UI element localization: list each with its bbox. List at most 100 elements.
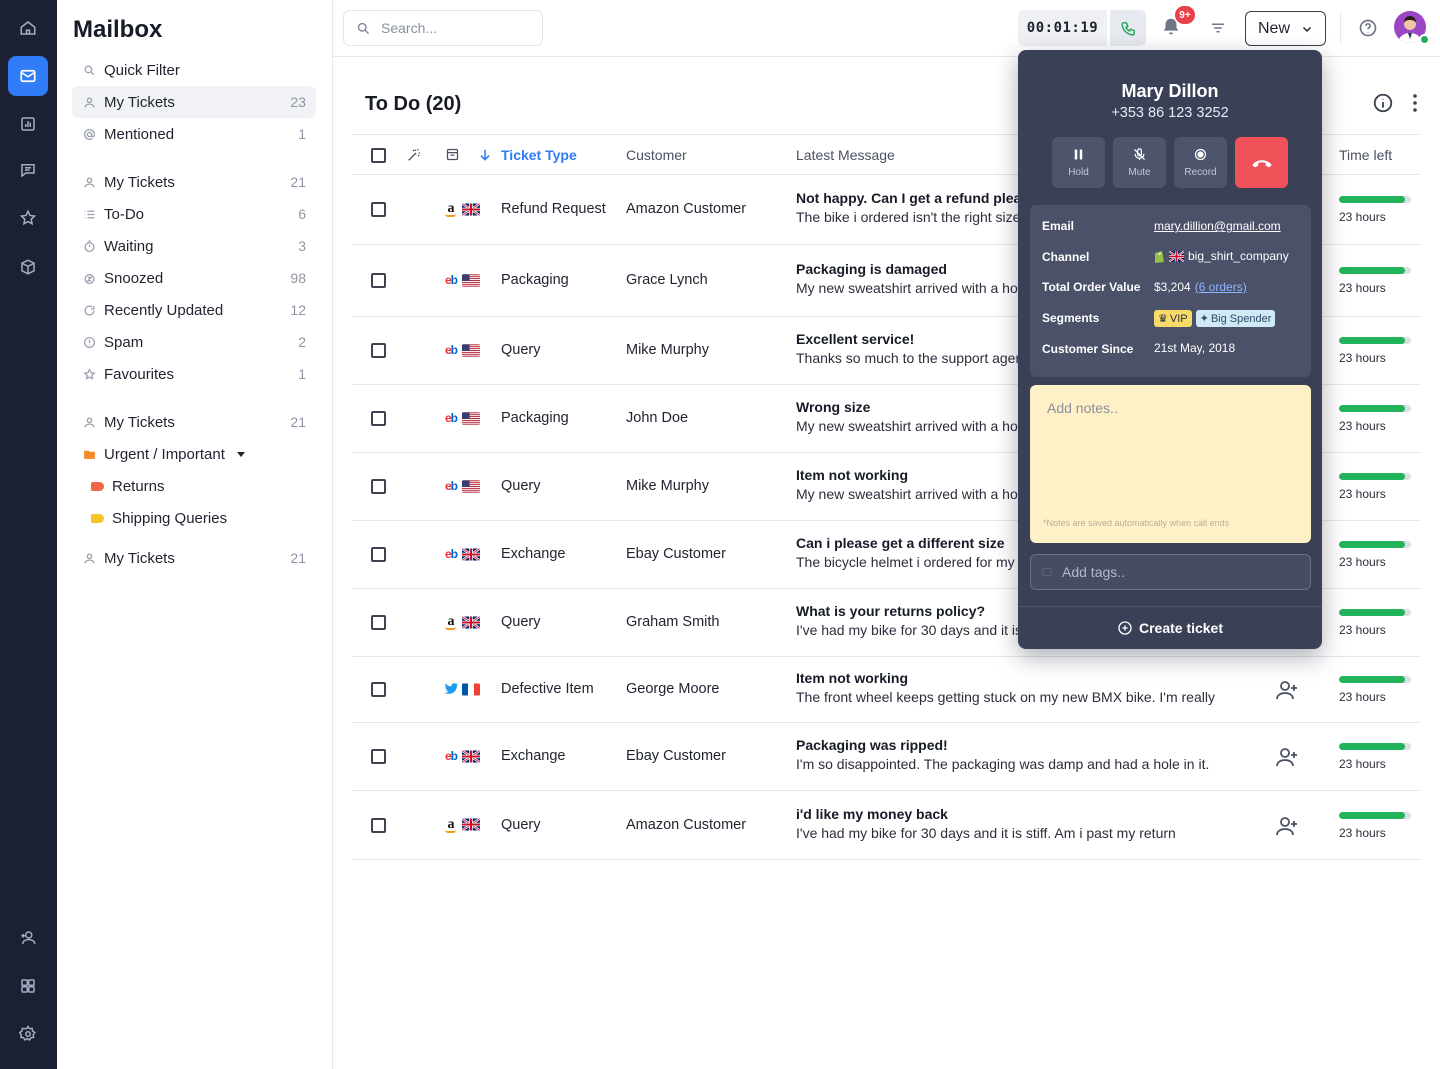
- table-row[interactable]: a Query Amazon Customer i'd like my money b…: [352, 791, 1420, 860]
- reports-icon[interactable]: [8, 104, 48, 144]
- home-icon[interactable]: [8, 8, 48, 48]
- new-button[interactable]: New: [1245, 11, 1326, 46]
- time-left-text: 23 hours: [1339, 487, 1386, 501]
- list-icon: [82, 207, 96, 221]
- us-flag-icon: [462, 479, 480, 493]
- chat-icon[interactable]: [8, 150, 48, 190]
- select-all-checkbox[interactable]: [371, 148, 386, 163]
- search-input[interactable]: Search...: [343, 10, 543, 46]
- row-checkbox[interactable]: [371, 343, 386, 358]
- column-header-ticket-type[interactable]: Ticket Type: [501, 147, 577, 163]
- ebay-icon: eb: [444, 343, 458, 357]
- apps-icon[interactable]: [8, 966, 48, 1006]
- filter-icon[interactable]: [1209, 19, 1227, 37]
- ticket-type-cell: Defective Item: [501, 681, 594, 697]
- assign-user-icon[interactable]: [1275, 679, 1299, 701]
- time-left-text: 23 hours: [1339, 690, 1386, 704]
- sidebar-item-count: 6: [298, 206, 306, 222]
- row-checkbox[interactable]: [371, 411, 386, 426]
- sidebar-item-count: 21: [290, 550, 306, 566]
- assign-user-icon[interactable]: [1275, 815, 1299, 837]
- row-checkbox[interactable]: [371, 202, 386, 217]
- uk-flag-icon: [462, 615, 480, 629]
- sidebar-item-my-tickets-2[interactable]: My Tickets 21: [72, 166, 316, 198]
- customer-cell: Grace Lynch: [626, 272, 708, 288]
- sidebar-item-mentioned[interactable]: Mentioned 1: [72, 118, 316, 150]
- order-total: $3,204: [1154, 280, 1191, 294]
- box-icon[interactable]: [8, 247, 48, 287]
- info-icon[interactable]: [1372, 92, 1394, 114]
- tags-input[interactable]: Add tags..: [1030, 554, 1311, 590]
- notes-textarea[interactable]: Add notes.. *Notes are saved automatical…: [1030, 385, 1311, 543]
- row-checkbox[interactable]: [371, 817, 386, 833]
- time-left-progress-fill: [1339, 196, 1406, 203]
- caller-phone: +353 86 123 3252: [1111, 105, 1229, 121]
- sort-arrow-down-icon[interactable]: [478, 147, 492, 163]
- row-checkbox[interactable]: [371, 682, 386, 697]
- settings-icon[interactable]: [8, 1014, 48, 1054]
- sidebar-item-recently-updated[interactable]: Recently Updated 12: [72, 294, 316, 326]
- time-left-progress-fill: [1339, 676, 1406, 683]
- mailbox-sidebar: Mailbox Quick Filter My Tickets 23 Menti…: [57, 0, 333, 1069]
- chevron-down-icon[interactable]: [236, 451, 245, 457]
- sidebar-item-my-tickets[interactable]: My Tickets 23: [72, 86, 316, 118]
- sidebar-item-favourites[interactable]: Favourites 1: [72, 358, 316, 390]
- help-icon[interactable]: [1358, 18, 1378, 38]
- sidebar-item-label: Urgent / Important: [104, 445, 225, 463]
- column-header-customer[interactable]: Customer: [626, 147, 687, 163]
- crown-icon: ♛: [1158, 313, 1168, 325]
- column-header-time-left[interactable]: Time left: [1339, 147, 1392, 163]
- star-icon[interactable]: [8, 198, 48, 238]
- ebay-icon: eb: [444, 479, 458, 493]
- row-checkbox[interactable]: [371, 547, 386, 562]
- orders-link[interactable]: (6 orders): [1195, 280, 1247, 294]
- table-row[interactable]: Defective Item George Moore Item not worki…: [352, 657, 1420, 723]
- phone-button[interactable]: [1110, 10, 1146, 46]
- channel-name: big_shirt_company: [1188, 249, 1289, 263]
- hold-button[interactable]: Hold: [1052, 137, 1105, 188]
- time-left-text: 23 hours: [1339, 419, 1386, 433]
- time-left-cell: 23 hours: [1339, 609, 1411, 637]
- message-body: I've had my bike for 30 days and it is s…: [796, 824, 1176, 841]
- column-header-latest-message[interactable]: Latest Message: [796, 147, 895, 163]
- sidebar-item-count: 21: [290, 174, 306, 190]
- row-checkbox[interactable]: [371, 749, 386, 764]
- mail-icon[interactable]: [8, 56, 48, 96]
- sidebar-item-my-tickets-4[interactable]: My Tickets 21: [72, 542, 316, 574]
- channel-icons: a: [443, 201, 480, 217]
- user-icon: [82, 175, 96, 189]
- table-row[interactable]: e b Exchange Ebay Customer Packaging was rip…: [352, 723, 1420, 791]
- more-vertical-icon[interactable]: [1408, 93, 1422, 113]
- sidebar-item-waiting[interactable]: Waiting 3: [72, 230, 316, 262]
- record-button[interactable]: Record: [1174, 137, 1227, 188]
- divider: [1340, 12, 1341, 44]
- sidebar-item-shipping-queries[interactable]: Shipping Queries: [80, 502, 316, 534]
- create-ticket-button[interactable]: Create ticket: [1018, 606, 1322, 649]
- uk-flag-icon: [462, 202, 480, 216]
- ticket-type-cell: Packaging: [501, 410, 569, 426]
- sidebar-item-returns[interactable]: Returns: [80, 470, 316, 502]
- record-label: Record: [1184, 167, 1217, 178]
- hang-up-button[interactable]: [1235, 137, 1288, 188]
- record-icon: [1194, 148, 1207, 161]
- sidebar-item-label: My Tickets: [104, 549, 175, 567]
- inbox-icon[interactable]: [445, 147, 460, 162]
- mute-button[interactable]: Mute: [1113, 137, 1166, 188]
- sidebar-item-urgent-important[interactable]: Urgent / Important: [72, 438, 316, 470]
- magic-wand-icon[interactable]: [406, 147, 422, 163]
- snooze-icon: [82, 271, 96, 285]
- sidebar-item-spam[interactable]: Spam 2: [72, 326, 316, 358]
- sidebar-item-quick-filter[interactable]: Quick Filter: [72, 54, 316, 86]
- sidebar-item-count: 2: [298, 334, 306, 350]
- row-checkbox[interactable]: [371, 273, 386, 288]
- row-checkbox[interactable]: [371, 479, 386, 494]
- sidebar-item-snoozed[interactable]: Snoozed 98: [72, 262, 316, 294]
- row-checkbox[interactable]: [371, 615, 386, 630]
- add-user-icon[interactable]: [8, 918, 48, 958]
- customer-email-link[interactable]: mary.dillion@gmail.com: [1154, 219, 1281, 233]
- star-icon: [82, 367, 96, 381]
- sidebar-item-my-tickets-3[interactable]: My Tickets 21: [72, 406, 316, 438]
- sidebar-item-todo[interactable]: To-Do 6: [72, 198, 316, 230]
- call-popup: Mary Dillon +353 86 123 3252 Hold Mute R…: [1018, 50, 1322, 649]
- assign-user-icon[interactable]: [1275, 746, 1299, 768]
